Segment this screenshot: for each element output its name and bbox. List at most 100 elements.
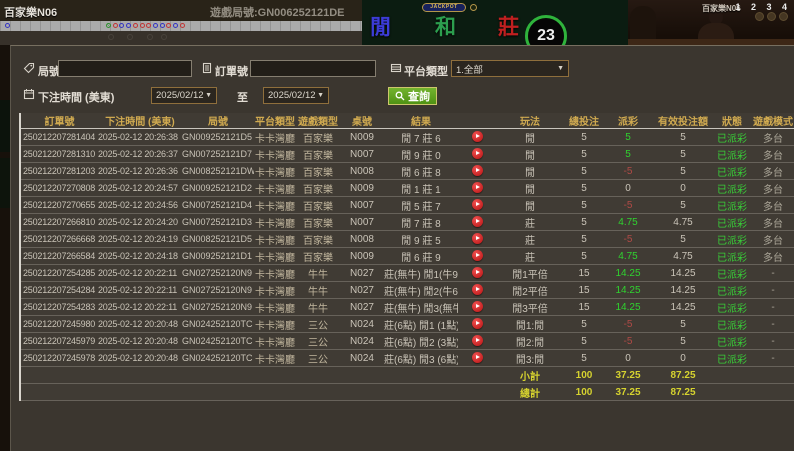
roadmap-bead xyxy=(179,23,185,28)
bet-player-button[interactable]: 閒 xyxy=(370,11,391,41)
tag-icon xyxy=(23,62,35,74)
replay-icon[interactable] xyxy=(471,182,483,194)
platform-select[interactable]: 1.全部 ▼ xyxy=(451,60,569,77)
game-title: 百家樂N06 xyxy=(4,7,58,19)
game-topbar: 百家樂N06 遊戲局號:GN006252121DE xyxy=(0,0,362,21)
roadmap-strip xyxy=(0,21,362,31)
replay-icon[interactable] xyxy=(471,267,483,279)
table-row: 250212207254285 2025-02-12 20:22:11 GN0272… xyxy=(20,264,794,282)
search-button[interactable]: 查詢 xyxy=(388,87,437,105)
grandtotal-total: 100 xyxy=(564,383,604,401)
round-input[interactable] xyxy=(58,60,192,77)
replay-icon[interactable] xyxy=(471,318,483,330)
game-left-sliver xyxy=(0,100,10,152)
chevron-down-icon: ▼ xyxy=(205,92,212,99)
countdown-timer: 23 xyxy=(525,15,567,45)
chip-icon xyxy=(779,12,788,21)
chevron-down-icon: ▼ xyxy=(317,92,324,99)
app-screen: 百家樂N06 遊戲局號:GN006252121DE 閒 JACKPOT 和 莊 … xyxy=(0,0,794,451)
chip-icon xyxy=(755,12,764,21)
platform-select-value: 1.全部 xyxy=(456,64,483,76)
roadmap-bead xyxy=(152,23,158,28)
bet-record-panel: 局號 訂單號 平台類型 1.全部 ▼ 下注時間 (美東) 2025/02/12 … xyxy=(10,45,794,451)
roadmap-bead xyxy=(139,23,145,28)
bet-time-label: 下注時間 (美東) xyxy=(38,92,115,104)
table-row: 250212207266668 2025-02-12 20:24:19 GN0082… xyxy=(20,230,794,248)
order-label: 訂單號 xyxy=(215,66,248,78)
replay-icon[interactable] xyxy=(471,199,483,211)
table-row: 250212207254283 2025-02-12 20:22:11 GN0272… xyxy=(20,298,794,316)
replay-icon[interactable] xyxy=(471,352,483,364)
search-form: 局號 訂單號 平台類型 1.全部 ▼ 下注時間 (美東) 2025/02/12 … xyxy=(11,46,794,113)
roadmap-lower xyxy=(0,31,362,45)
table-row: 250212207245980 2025-02-12 20:20:48 GN0242… xyxy=(20,315,794,333)
table-row: 250212207266584 2025-02-12 20:24:18 GN0092… xyxy=(20,247,794,265)
table-row: 250212207281203 2025-02-12 20:26:36 GN0082… xyxy=(20,162,794,180)
grandtotal-label: 總計 xyxy=(496,383,564,401)
roadmap-bead xyxy=(173,23,178,28)
bet-history-table-wrap: 訂單號 下注時間 (美東) 局號 平台類型 遊戲類型 桌號 結果 玩法 總投注 派彩 有效投注額 狀態… xyxy=(19,113,794,401)
dealer-video: 百家樂N06 1 2 3 4 xyxy=(628,0,794,45)
date-to-picker[interactable]: 2025/02/12 ▼ xyxy=(263,87,329,104)
table-row: 250212207270655 2025-02-12 20:24:56 GN0072… xyxy=(20,196,794,214)
roadmap-bead xyxy=(146,23,152,28)
seat-numbers: 1 2 3 4 xyxy=(735,2,791,12)
table-header-row: 訂單號 下注時間 (美東) 局號 平台類型 遊戲類型 桌號 結果 玩法 總投注 派彩 有效投注額 狀態… xyxy=(20,113,794,129)
roadmap-bead xyxy=(119,23,125,28)
chevron-down-icon: ▼ xyxy=(557,65,564,72)
calendar-icon xyxy=(23,89,35,100)
subtotal-payout: 37.25 xyxy=(604,366,652,384)
subtotal-row: 小計 100 37.25 87.25 xyxy=(20,366,794,384)
roadmap-bead xyxy=(166,23,172,28)
platform-label: 平台類型 xyxy=(404,66,448,78)
roadmap-bead xyxy=(106,23,111,28)
table-row: 250212207245979 2025-02-12 20:20:48 GN0242… xyxy=(20,332,794,350)
table-row: 250212207281404 2025-02-12 20:26:38 GN0092… xyxy=(23,131,783,145)
roadmap-bead xyxy=(132,23,138,28)
search-button-label: 查詢 xyxy=(408,91,430,103)
roadmap-bead xyxy=(5,23,10,28)
grandtotal-payout: 37.25 xyxy=(604,383,652,401)
subtotal-label: 小計 xyxy=(496,366,564,384)
chip-row xyxy=(755,12,788,21)
table-row: 250212207254284 2025-02-12 20:22:11 GN0272… xyxy=(20,281,794,299)
replay-icon[interactable] xyxy=(471,148,483,160)
roadmap-bead xyxy=(126,23,132,28)
date-from-picker[interactable]: 2025/02/12 ▼ xyxy=(151,87,217,104)
table-row: 250212207245978 2025-02-12 20:20:48 GN0242… xyxy=(20,349,794,367)
game-round-id: 遊戲局號:GN006252121DE xyxy=(210,7,345,19)
replay-icon[interactable] xyxy=(471,335,483,347)
replay-icon[interactable] xyxy=(471,250,483,262)
subtotal-valid: 87.25 xyxy=(652,366,714,384)
replay-icon[interactable] xyxy=(471,216,483,228)
bet-history-table: 訂單號 下注時間 (美東) 局號 平台類型 遊戲類型 桌號 結果 玩法 總投注 派彩 有效投注額 狀態… xyxy=(19,113,794,401)
date-to-value: 2025/02/12 xyxy=(268,90,316,101)
roadmap-bead xyxy=(112,23,118,28)
chip-icon xyxy=(767,12,776,21)
bet-tie-button[interactable]: 和 xyxy=(435,11,456,41)
grandtotal-row: 總計 100 37.25 87.25 xyxy=(20,383,794,401)
round-label: 局號 xyxy=(38,66,60,78)
replay-icon[interactable] xyxy=(471,284,483,296)
table-row: 250212207281310 2025-02-12 20:26:37 GN0072… xyxy=(20,145,794,163)
replay-icon[interactable] xyxy=(471,131,483,143)
order-icon xyxy=(202,62,212,74)
roadmap-bead xyxy=(159,23,165,28)
date-from-value: 2025/02/12 xyxy=(156,90,204,101)
bet-zone: 閒 JACKPOT 和 莊 23 xyxy=(362,0,628,45)
game-left-sliver-2 xyxy=(0,158,10,208)
jackpot-info-icon xyxy=(470,4,477,11)
table-row: 250212207270808 2025-02-12 20:24:57 GN0092… xyxy=(20,179,794,197)
date-to-label: 至 xyxy=(237,92,248,104)
search-icon xyxy=(395,91,405,101)
replay-icon[interactable] xyxy=(471,165,483,177)
grandtotal-valid: 87.25 xyxy=(652,383,714,401)
table-row: 250212207266810 2025-02-12 20:24:20 GN0072… xyxy=(20,213,794,231)
subtotal-total: 100 xyxy=(564,366,604,384)
platform-icon xyxy=(390,63,402,73)
table-body: 250212207281404 2025-02-12 20:26:38 GN0092… xyxy=(20,129,794,367)
bet-banker-button[interactable]: 莊 xyxy=(498,11,519,41)
replay-icon[interactable] xyxy=(471,301,483,313)
order-input[interactable] xyxy=(250,60,376,77)
replay-icon[interactable] xyxy=(471,233,483,245)
